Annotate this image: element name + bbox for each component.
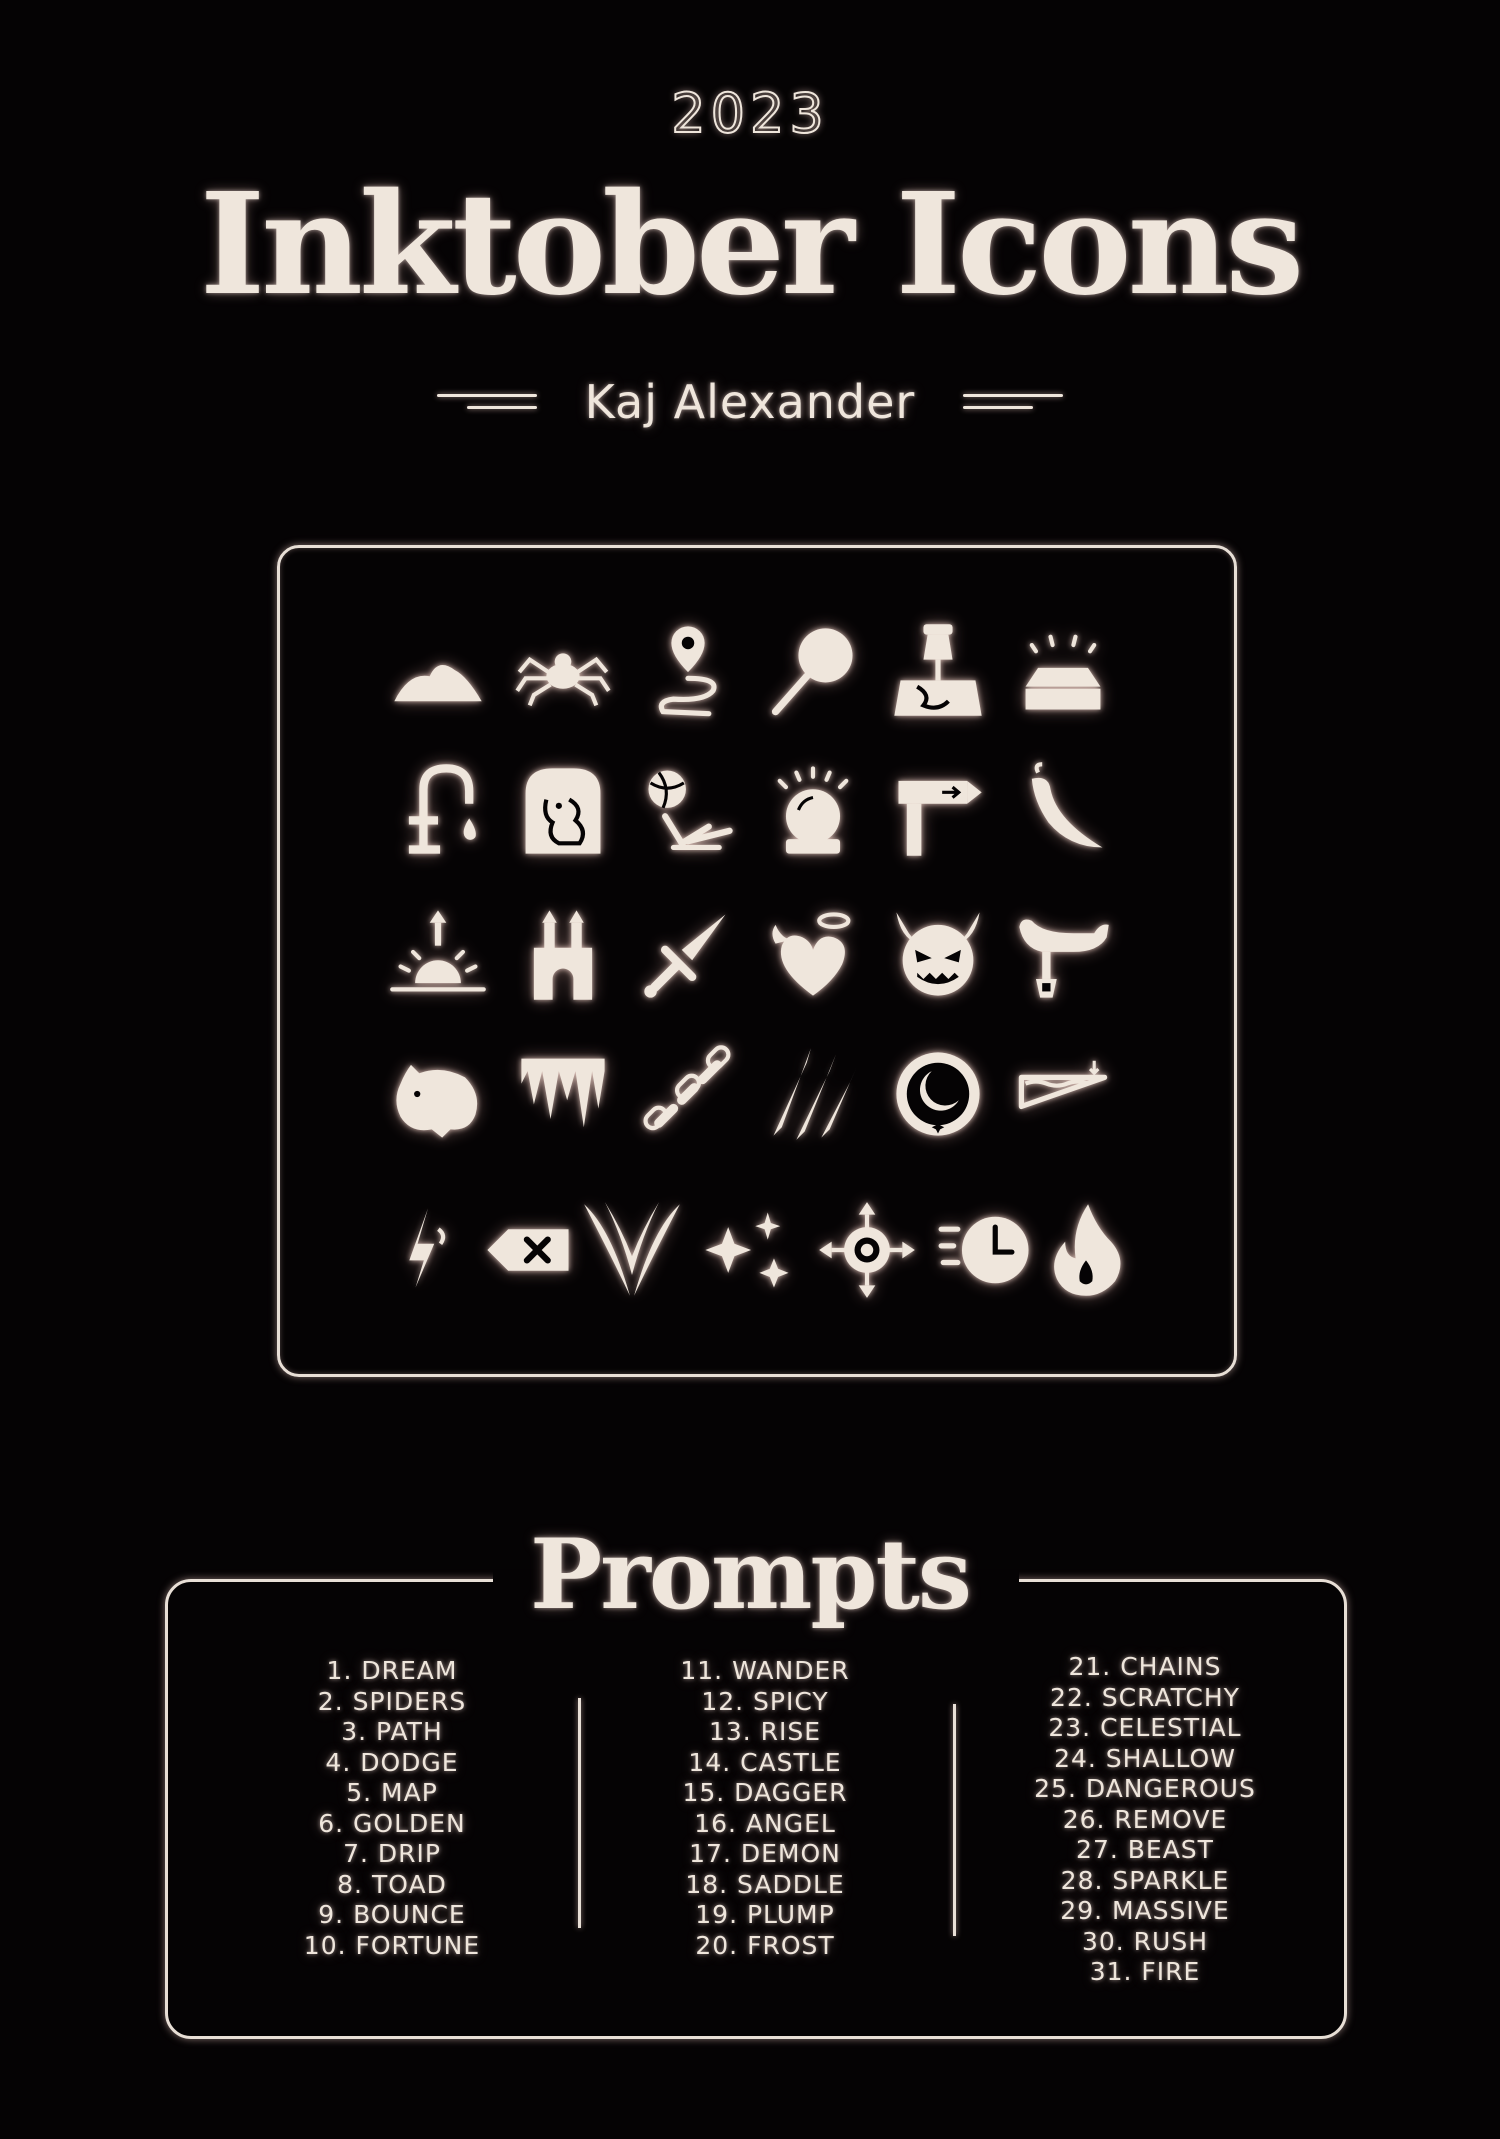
icicles-icon [511, 1042, 615, 1146]
plump-blob-icon [386, 1042, 490, 1146]
lightning-icon [376, 1198, 480, 1302]
toad-icon [511, 758, 615, 862]
saddle-icon [1011, 902, 1115, 1006]
shallow-water-icon [1011, 1042, 1115, 1146]
prompt-item: 19. PLUMP [695, 1900, 835, 1929]
flame-icon [1034, 1198, 1138, 1302]
path-pin-icon [636, 618, 740, 722]
gold-bar-icon [1011, 618, 1115, 722]
prompt-item: 9. BOUNCE [318, 1900, 466, 1929]
prompt-item: 31. FIRE [1089, 1957, 1201, 1986]
prompt-column-3: 21. CHAINS 22. SCRATCHY 23. CELESTIAL 24… [1005, 1652, 1285, 1988]
prompt-item: 1. DREAM [326, 1656, 458, 1685]
prompt-item: 13. RISE [708, 1717, 822, 1746]
rushing-clock-icon [937, 1198, 1041, 1302]
faucet-drip-icon [386, 758, 490, 862]
prompt-item: 21. CHAINS [1068, 1652, 1222, 1681]
chain-icon [636, 1042, 740, 1146]
prompt-item: 30. RUSH [1081, 1926, 1209, 1956]
compass-target-icon [815, 1198, 919, 1302]
demon-face-icon [886, 902, 990, 1006]
author-name: Kaj Alexander [584, 375, 916, 429]
prompts-heading: Prompts [530, 1518, 972, 1631]
prompt-item: 14. CASTLE [688, 1747, 842, 1777]
prompt-item: 20. FROST [695, 1930, 835, 1960]
castle-icon [511, 902, 615, 1006]
year-label: 2023 [670, 81, 829, 146]
prompt-item: 22. SCRATCHY [1050, 1682, 1240, 1712]
right-dash-decoration [963, 392, 1064, 412]
author-row: Kaj Alexander [0, 372, 1500, 432]
moon-star-circle-icon [886, 1042, 990, 1146]
sunrise-icon [386, 902, 490, 1006]
spider-icon [511, 618, 615, 722]
crystal-ball-icon [761, 758, 865, 862]
dagger-icon [636, 902, 740, 1006]
scratch-marks-icon [761, 1042, 865, 1146]
prompt-item: 28. SPARKLE [1060, 1865, 1230, 1895]
prompt-column-1: 1. DREAM 2. SPIDERS 3. PATH 4. DODGE 5. … [247, 1656, 537, 1961]
prompt-item: 10. FORTUNE [303, 1930, 481, 1960]
poster-title: Inktober Icons [199, 163, 1305, 327]
prompt-item: 16. ANGEL [694, 1808, 836, 1838]
lollipop-icon [761, 618, 865, 722]
prompt-item: 12. SPICY [701, 1686, 829, 1716]
prompt-item: 23. CELESTIAL [1048, 1713, 1242, 1742]
bouncing-ball-icon [636, 758, 740, 862]
prompt-item: 11. WANDER [680, 1656, 850, 1685]
angel-heart-icon [761, 902, 865, 1006]
prompt-item: 5. MAP [346, 1778, 438, 1807]
chili-pepper-icon [1011, 758, 1115, 862]
sparkles-icon [697, 1198, 801, 1302]
map-pin-icon [886, 618, 990, 722]
prompt-column-2: 11. WANDER 12. SPICY 13. RISE 14. CASTLE… [633, 1656, 897, 1961]
cloud-moon-icon [386, 618, 490, 722]
prompt-item: 25. DANGEROUS [1034, 1774, 1256, 1803]
beast-claw-icon [580, 1198, 684, 1302]
prompt-item: 24. SHALLOW [1054, 1743, 1236, 1773]
column-divider [953, 1704, 956, 1936]
prompt-item: 27. BEAST [1076, 1835, 1214, 1864]
prompt-item: 15. DAGGER [682, 1778, 848, 1807]
prompt-item: 4. DODGE [325, 1747, 459, 1777]
prompt-item: 8. TOAD [337, 1869, 447, 1899]
signpost-icon [886, 758, 990, 862]
prompt-item: 18. SADDLE [685, 1869, 845, 1899]
backspace-remove-icon [477, 1198, 581, 1302]
prompt-item: 7. DRIP [343, 1839, 441, 1868]
prompt-item: 6. GOLDEN [318, 1808, 466, 1838]
prompt-item: 29. MASSIVE [1060, 1896, 1230, 1925]
prompt-item: 26. REMOVE [1062, 1804, 1228, 1834]
prompt-item: 17. DEMON [689, 1839, 841, 1868]
column-divider [578, 1698, 581, 1928]
prompt-item: 3. PATH [341, 1717, 443, 1746]
prompt-item: 2. SPIDERS [317, 1686, 467, 1716]
left-dash-decoration [436, 392, 537, 412]
